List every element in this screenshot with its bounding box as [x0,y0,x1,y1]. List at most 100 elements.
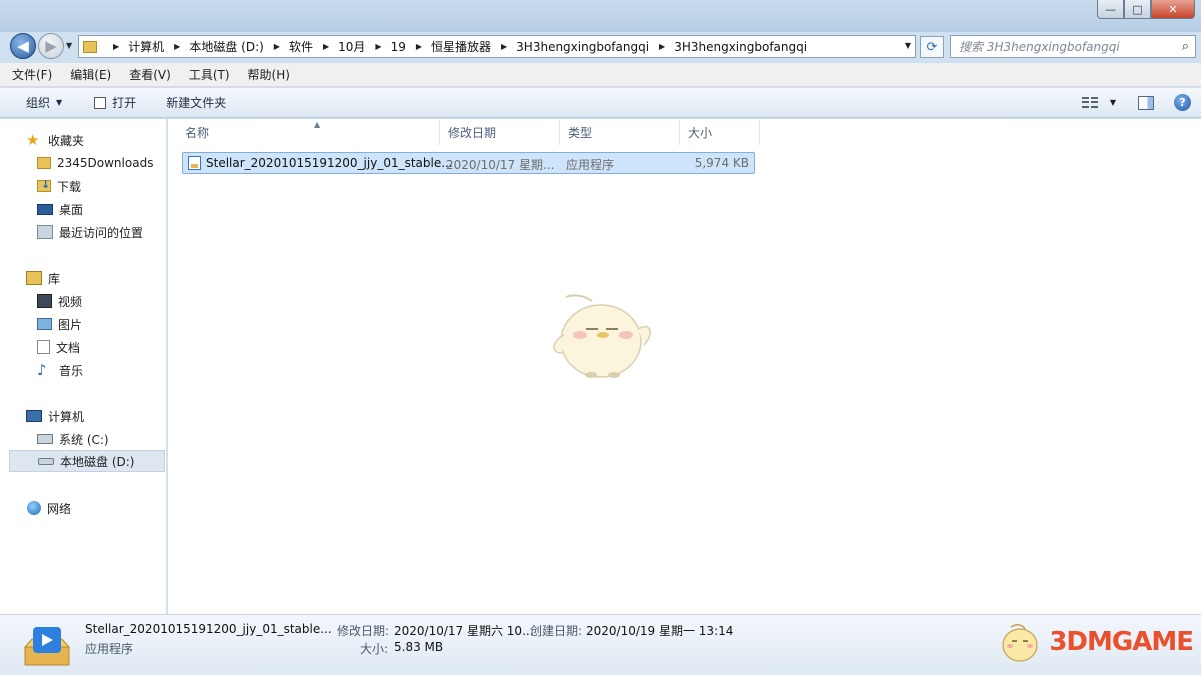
open-button[interactable]: 打开 [94,94,136,111]
breadcrumb-separator[interactable]: ▶ [416,42,422,51]
breadcrumb-separator[interactable]: ▶ [113,42,119,51]
sidebar-item-label: 2345Downloads [57,156,154,170]
arrow-right-icon: ▶ [45,37,57,55]
breadcrumb-separator[interactable]: ▶ [323,42,329,51]
breadcrumb-separator[interactable]: ▶ [174,42,180,51]
sidebar-item-music[interactable]: ♪ 音乐 [37,359,166,381]
sort-ascending-icon: ▲ [314,120,321,129]
sidebar-item-label: 文档 [56,340,81,355]
recent-pages-dropdown[interactable]: ▼ [66,41,72,50]
menu-file[interactable]: 文件(F) [12,66,52,83]
help-icon[interactable]: ? [1174,94,1191,111]
chevron-down-icon[interactable]: ▼ [1110,98,1116,107]
sidebar-item-network[interactable]: 网络 [27,497,166,519]
desktop-icon [37,203,53,215]
sidebar-item-label: 收藏夹 [48,133,85,148]
preview-pane-icon[interactable] [1138,95,1154,110]
breadcrumb-separator[interactable]: ▶ [659,42,665,51]
sidebar-item-desktop[interactable]: 桌面 [37,198,166,220]
sidebar-item-videos[interactable]: 视频 [37,290,166,312]
sidebar-item-computer[interactable]: 计算机 [26,405,166,427]
breadcrumb-item[interactable]: 3H3hengxingbofangqi [674,40,807,54]
libraries-icon [26,271,42,285]
application-icon [23,627,71,666]
column-header-label: 修改日期 [448,125,497,140]
open-label: 打开 [112,96,137,110]
column-header-label: 大小 [688,125,713,140]
sidebar-item-favorites[interactable]: ★ 收藏夹 [26,129,166,151]
maximize-button[interactable]: □ [1124,0,1151,19]
breadcrumb-item[interactable]: 计算机 [128,38,164,55]
chevron-down-icon[interactable]: ▼ [905,41,911,50]
star-icon: ★ [26,131,40,149]
breadcrumb-separator[interactable]: ▶ [501,42,507,51]
video-icon [37,294,52,308]
new-folder-label: 新建文件夹 [166,96,227,110]
sidebar-item-label: 计算机 [48,409,85,424]
column-header-label: 名称 [185,125,210,140]
sidebar-item-label: 本地磁盘 (D:) [60,454,135,469]
new-folder-button[interactable]: 新建文件夹 [166,94,226,111]
size-value: 5.83 MB [394,640,444,654]
command-bar: 组织 ▼ 打开 新建文件夹 ▼ ? [0,88,1201,118]
breadcrumb-item[interactable]: 恒星播放器 [431,38,491,55]
sidebar-item-drive-c[interactable]: 系统 (C:) [37,428,166,450]
sidebar-item-2345downloads[interactable]: 2345Downloads [37,152,166,174]
breadcrumb-item[interactable]: 19 [391,40,406,54]
file-size: 5,974 KB [694,156,749,170]
view-options-icon[interactable] [1081,96,1098,109]
organize-label: 组织 [26,96,51,110]
title-bar: — □ ✕ [0,0,1201,32]
search-icon[interactable]: ⌕ [1182,39,1189,54]
address-bar[interactable]: ▶ 计算机 ▶ 本地磁盘 (D:) ▶ 软件 ▶ 10月 ▶ 19 ▶ 恒星播放… [78,35,916,58]
sidebar-item-drive-d[interactable]: 本地磁盘 (D:) [9,450,165,472]
organize-button[interactable]: 组织 ▼ [26,94,62,111]
menu-tools[interactable]: 工具(T) [189,66,230,83]
file-row[interactable]: Stellar_20201015191200_jjy_01_stable... … [182,152,755,174]
column-header-name[interactable]: 名称 ▲ [177,119,440,145]
arrow-left-icon: ◀ [17,37,29,55]
column-header-date[interactable]: 修改日期 [440,119,560,145]
drive-icon [38,457,54,465]
sidebar-item-documents[interactable]: 文档 [37,336,166,358]
close-button[interactable]: ✕ [1151,0,1195,19]
menu-edit[interactable]: 编辑(E) [70,66,111,83]
sidebar-item-label: 视频 [58,294,83,309]
sidebar-item-label: 系统 (C:) [59,432,109,447]
breadcrumb-item[interactable]: 3H3hengxingbofangqi [516,40,649,54]
site-watermark: 3DMGAME [997,619,1194,665]
breadcrumb-separator[interactable]: ▶ [375,42,381,51]
breadcrumb-item[interactable]: 10月 [338,38,365,55]
sidebar-item-label: 音乐 [59,363,84,378]
sidebar-item-libraries[interactable]: 库 [26,267,166,289]
search-input[interactable]: 搜索 3H3hengxingbofangqi ⌕ [950,35,1196,58]
file-type: 应用程序 [566,158,615,172]
details-file-name: Stellar_20201015191200_jjy_01_stable... [85,622,332,636]
sidebar-item-label: 网络 [47,501,72,516]
breadcrumb-item[interactable]: 软件 [289,38,313,55]
sidebar-item-label: 图片 [58,317,83,332]
column-header-type[interactable]: 类型 [560,119,680,145]
mascot-logo-icon [1002,624,1038,662]
download-folder-icon [37,178,51,192]
menu-view[interactable]: 查看(V) [129,66,171,83]
created-label: 创建日期: [530,624,583,638]
minimize-button[interactable]: — [1097,0,1124,19]
breadcrumb-separator[interactable]: ▶ [274,42,280,51]
refresh-button[interactable]: ⟳ [920,36,944,58]
details-file-type: 应用程序 [85,642,134,656]
column-header-label: 类型 [568,125,593,140]
document-icon [37,340,50,354]
sidebar-item-pictures[interactable]: 图片 [37,313,166,335]
back-button[interactable]: ◀ [10,33,36,59]
search-placeholder: 搜索 3H3hengxingbofangqi [959,40,1120,54]
created-value: 2020/10/19 星期一 13:14 [586,624,734,638]
column-header-size[interactable]: 大小 [680,119,760,145]
sidebar-item-recent-places[interactable]: 最近访问的位置 [37,221,166,243]
folder-icon [83,40,97,53]
sidebar-item-downloads[interactable]: 下载 [37,175,166,197]
breadcrumb-item[interactable]: 本地磁盘 (D:) [189,38,263,55]
forward-button[interactable]: ▶ [38,33,64,59]
breadcrumb: ▶ 计算机 ▶ 本地磁盘 (D:) ▶ 软件 ▶ 10月 ▶ 19 ▶ 恒星播放… [103,38,807,55]
menu-help[interactable]: 帮助(H) [248,66,290,83]
